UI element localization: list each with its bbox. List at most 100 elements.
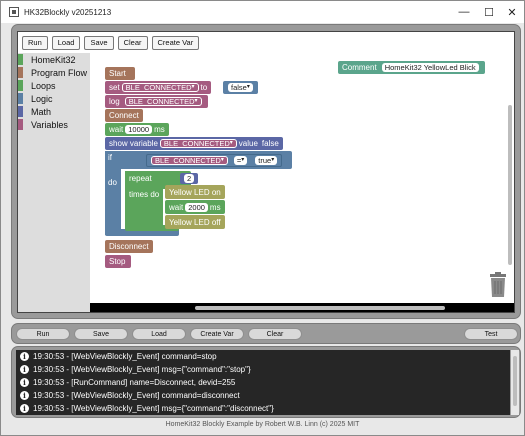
ms-label: ms xyxy=(154,125,165,134)
toolbox-item-loops[interactable]: Loops xyxy=(18,79,90,92)
toolbox: HomeKit32 Program Flow Loops Logic Math … xyxy=(18,53,90,312)
category-swatch xyxy=(18,119,23,130)
log-row: i 19:30:53 - [RunCommand] name=Disconnect… xyxy=(16,376,510,389)
toolbox-label: Math xyxy=(31,106,52,117)
wait-inner-label: wait xyxy=(169,202,184,212)
ms-inner-label: ms xyxy=(209,202,221,212)
control-create-var-button[interactable]: Create Var xyxy=(190,328,244,340)
log-text: 19:30:53 - [RunCommand] name=Disconnect,… xyxy=(33,378,236,387)
workspace-horizontal-scrollbar[interactable] xyxy=(195,306,445,310)
category-swatch xyxy=(18,106,23,117)
info-icon: i xyxy=(20,378,29,387)
wait-block[interactable]: wait 10000 ms xyxy=(105,123,169,136)
led-off-block[interactable]: Yellow LED off xyxy=(165,215,225,229)
show-variable-label: show variable xyxy=(109,139,158,148)
connect-block[interactable]: Connect xyxy=(105,109,143,122)
run-button[interactable]: Run xyxy=(22,35,48,50)
variable-dropdown[interactable]: BLE_CONNECTED xyxy=(121,83,199,92)
wait-inner-block[interactable]: wait 2000 ms xyxy=(165,200,225,214)
true-dropdown[interactable]: true xyxy=(255,156,278,165)
show-variable-dropdown[interactable]: BLE_CONNECTED xyxy=(159,139,237,148)
toolbox-item-variables[interactable]: Variables xyxy=(18,118,90,131)
stop-block[interactable]: Stop xyxy=(105,255,131,268)
log-block[interactable]: log BLE_CONNECTED xyxy=(105,95,208,108)
log-text: 19:30:53 - [WebViewBlockly_Event] comman… xyxy=(33,391,240,400)
compare-variable-dropdown[interactable]: BLE_CONNECTED xyxy=(151,156,228,165)
operator-dropdown[interactable]: = xyxy=(233,156,248,165)
log-text: 19:30:53 - [WebViewBlockly_Event] comman… xyxy=(33,352,217,361)
log-list: i 19:30:53 - [WebViewBlockly_Event] comma… xyxy=(16,350,510,415)
comment-block[interactable]: Comment HomeKit32 YellowLed Blick xyxy=(338,61,485,74)
repeat-count-block[interactable]: 2 xyxy=(180,173,199,184)
show-variable-block[interactable]: show variable BLE_CONNECTED value false xyxy=(105,137,283,150)
save-button[interactable]: Save xyxy=(84,35,114,50)
toolbox-label: Logic xyxy=(31,93,53,104)
do-label: do xyxy=(108,178,117,187)
clear-button[interactable]: Clear xyxy=(117,35,148,50)
to-label: to xyxy=(200,83,208,92)
app-icon xyxy=(9,7,19,17)
control-load-button[interactable]: Load xyxy=(132,328,186,340)
blockly-workspace[interactable]: Comment HomeKit32 YellowLed Blick Start … xyxy=(90,53,514,312)
toolbox-label: Program Flow xyxy=(31,67,88,78)
toolbox-item-homekit32[interactable]: HomeKit32 xyxy=(18,53,90,66)
boolean-dropdown[interactable]: false xyxy=(228,83,253,92)
wait-label: wait xyxy=(109,125,124,134)
set-label: set xyxy=(109,83,120,92)
info-icon: i xyxy=(20,404,29,413)
control-run-button[interactable]: Run xyxy=(16,328,70,340)
wait-ms-input[interactable]: 10000 xyxy=(125,125,153,134)
close-button[interactable]: ✕ xyxy=(498,1,524,23)
category-swatch xyxy=(18,54,23,65)
trash-icon[interactable] xyxy=(488,272,508,298)
workspace-vertical-scrollbar[interactable] xyxy=(508,105,512,265)
set-variable-block[interactable]: set BLE_CONNECTED to xyxy=(105,81,212,94)
repeat-label: repeat xyxy=(129,174,152,183)
if-block-spine xyxy=(105,151,121,235)
toolbox-label: Variables xyxy=(31,119,68,130)
blockly-frame: Run Load Save Clear Create Var HomeKit32… xyxy=(11,24,521,319)
app-window: HK32Blockly v20251213 — ☐ ✕ Run Load Sav… xyxy=(0,0,525,436)
if-label: if xyxy=(108,153,112,162)
wait-inner-input[interactable]: 2000 xyxy=(185,202,208,212)
comment-label: Comment xyxy=(342,63,377,72)
load-button[interactable]: Load xyxy=(51,35,81,50)
footer-text: HomeKit32 Blockly Example by Robert W.B.… xyxy=(165,421,360,428)
control-save-button[interactable]: Save xyxy=(74,328,128,340)
comment-text-field[interactable]: HomeKit32 YellowLed Blick xyxy=(381,63,479,72)
info-icon: i xyxy=(20,391,29,400)
toolbox-item-program-flow[interactable]: Program Flow xyxy=(18,66,90,79)
toolbox-label: HomeKit32 xyxy=(31,54,76,65)
value-false-label: false xyxy=(261,139,279,148)
log-scrollbar[interactable] xyxy=(511,350,519,415)
info-icon: i xyxy=(20,352,29,361)
category-swatch xyxy=(18,80,23,91)
window-title: HK32Blockly v20251213 xyxy=(24,7,112,17)
control-clear-button[interactable]: Clear xyxy=(248,328,302,340)
toolbox-item-logic[interactable]: Logic xyxy=(18,92,90,105)
log-row: i 19:30:53 - [WebViewBlockly_Event] comma… xyxy=(16,389,510,402)
false-value-block[interactable]: false xyxy=(223,81,258,94)
log-row: i 19:30:53 - [WebViewBlockly_Event] comma… xyxy=(16,350,510,363)
disconnect-block[interactable]: Disconnect xyxy=(105,240,153,253)
blockly-toolbar: Run Load Save Clear Create Var xyxy=(18,32,514,53)
toolbox-label: Loops xyxy=(31,80,56,91)
log-text: 19:30:53 - [WebViewBlockly_Event] msg={"… xyxy=(33,365,251,374)
compare-block[interactable]: BLE_CONNECTED = true xyxy=(146,154,283,167)
log-variable-dropdown[interactable]: BLE_CONNECTED xyxy=(124,97,202,106)
control-bar: Run Save Load Create Var Clear Test xyxy=(11,323,521,344)
start-block[interactable]: Start xyxy=(105,67,135,80)
value-label: value xyxy=(238,139,258,148)
led-on-block[interactable]: Yellow LED on xyxy=(165,185,225,199)
log-row: i 19:30:53 - [WebViewBlockly_Event] msg={… xyxy=(16,363,510,376)
minimize-button[interactable]: — xyxy=(450,1,478,23)
repeat-count-input[interactable]: 2 xyxy=(184,174,195,183)
create-var-button[interactable]: Create Var xyxy=(151,35,200,50)
toolbox-item-math[interactable]: Math xyxy=(18,105,90,118)
log-scroll-thumb[interactable] xyxy=(513,356,517,406)
control-test-button[interactable]: Test xyxy=(464,328,518,340)
blockly-editor: Run Load Save Clear Create Var HomeKit32… xyxy=(17,31,515,313)
info-icon: i xyxy=(20,365,29,374)
log-label: log xyxy=(109,97,120,106)
category-swatch xyxy=(18,93,23,104)
